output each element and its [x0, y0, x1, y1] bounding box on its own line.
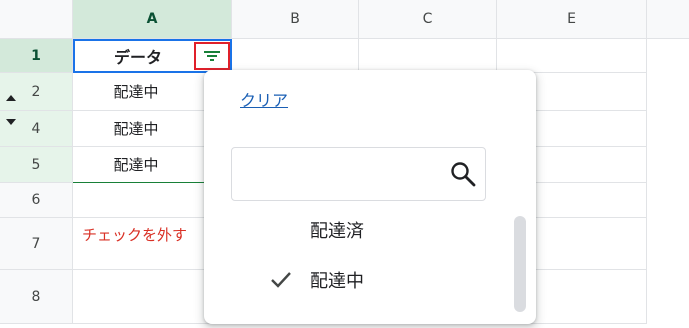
row-header-4[interactable]: 4: [0, 111, 73, 147]
select-all-corner[interactable]: [0, 0, 73, 39]
cell-e1[interactable]: [497, 39, 647, 73]
search-input[interactable]: [231, 147, 486, 201]
row-header-7[interactable]: 7: [0, 218, 73, 270]
row-header-1[interactable]: 1: [0, 39, 73, 73]
row-header-6[interactable]: 6: [0, 183, 73, 218]
annotation-note: チェックを外す: [82, 226, 188, 244]
row-header-8[interactable]: 8: [0, 270, 73, 324]
column-header-b[interactable]: B: [232, 0, 359, 39]
checkmark-icon: [271, 272, 291, 288]
cell-a1-text: データ: [113, 48, 162, 67]
filter-button[interactable]: [194, 42, 230, 70]
search-icon[interactable]: [449, 160, 477, 188]
filter-value-item[interactable]: 配達中: [204, 262, 504, 298]
filter-range-border: [73, 182, 207, 183]
filter-value-label: 配達中: [310, 271, 364, 292]
sort-down-icon: [6, 119, 16, 125]
filter-value-item[interactable]: 配達済: [204, 212, 504, 248]
filter-value-label: 配達済: [310, 221, 364, 242]
filter-icon: [204, 51, 220, 61]
clear-link[interactable]: クリア: [240, 87, 288, 111]
row-header-5[interactable]: 5: [0, 147, 73, 183]
column-header-a[interactable]: A: [73, 0, 232, 39]
column-header-filler: [647, 0, 689, 39]
cell-c1[interactable]: [359, 39, 497, 73]
cell-b1[interactable]: [232, 39, 359, 73]
filter-popup: クリア 配達済 配達中: [204, 70, 536, 324]
column-header-c[interactable]: C: [359, 0, 497, 39]
sort-up-icon: [6, 95, 16, 101]
column-header-e[interactable]: E: [497, 0, 647, 39]
popup-scrollbar[interactable]: [514, 216, 526, 312]
row-header-2[interactable]: 2: [0, 73, 73, 111]
